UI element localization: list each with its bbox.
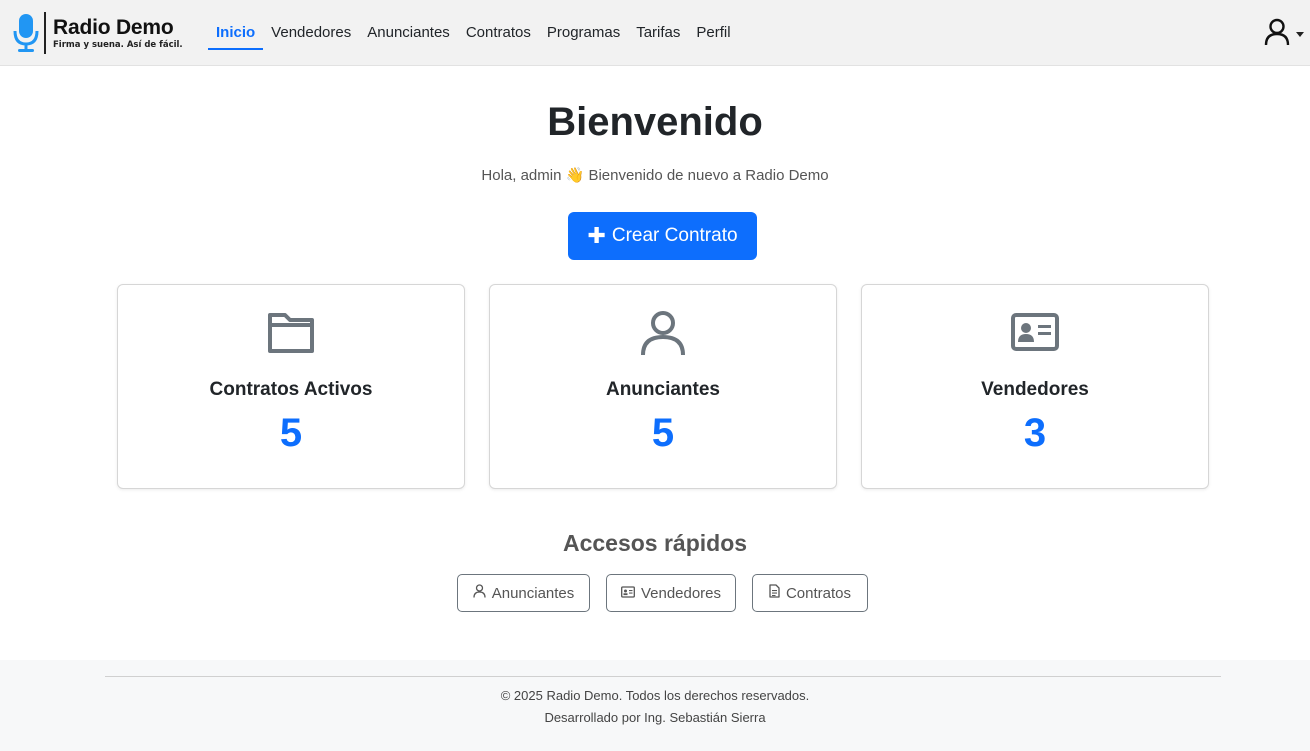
nav-item-inicio[interactable]: Inicio <box>208 16 264 50</box>
stat-card-contratos: Contratos Activos 5 <box>117 284 465 489</box>
nav-item-tarifas[interactable]: Tarifas <box>628 16 688 50</box>
microphone-icon <box>12 11 40 55</box>
quick-access-label: Vendedores <box>640 584 722 602</box>
document-icon <box>769 584 786 602</box>
stat-value: 5 <box>279 411 303 455</box>
brand-divider <box>44 12 46 54</box>
footer-divider <box>105 676 1221 677</box>
stat-label: Contratos Activos <box>209 379 373 400</box>
stat-card-vendedores: Vendedores 3 <box>861 284 1209 489</box>
top-navbar: Radio Demo Firma y suena. Así de fácil. … <box>0 0 1310 66</box>
create-contract-label: Crear Contrato <box>611 225 738 246</box>
user-menu-toggle[interactable] <box>1264 18 1310 50</box>
quick-access-title: Accesos rápidos <box>562 530 748 556</box>
footer-credit: Desarrollado por Ing. Sebastián Sierra <box>544 710 766 725</box>
id-card-icon <box>862 309 1208 355</box>
folder-icon <box>118 309 464 355</box>
quick-access-label: Contratos <box>785 584 852 602</box>
main-nav: Inicio Vendedores Anunciantes Contratos … <box>208 16 739 50</box>
plus-icon: ✚ <box>587 223 606 248</box>
person-icon <box>490 309 836 357</box>
stat-value: 5 <box>651 411 675 455</box>
create-contract-button[interactable]: ✚ Crear Contrato <box>568 212 757 260</box>
stat-value: 3 <box>1023 411 1047 455</box>
quick-access-anunciantes-button[interactable]: Anunciantes <box>457 574 590 612</box>
welcome-message: Hola, admin 👋 Bienvenido de nuevo a Radi… <box>481 167 829 184</box>
brand-name: Radio Demo <box>53 15 174 39</box>
nav-item-programas[interactable]: Programas <box>539 16 628 50</box>
quick-access-label: Anunciantes <box>491 584 575 602</box>
id-card-icon <box>621 585 641 602</box>
stat-label: Vendedores <box>981 379 1089 400</box>
quick-access-contratos-button[interactable]: Contratos <box>752 574 868 612</box>
nav-item-perfil[interactable]: Perfil <box>688 16 738 50</box>
brand-logo[interactable]: Radio Demo Firma y suena. Así de fácil. <box>12 10 183 56</box>
person-icon <box>473 584 492 602</box>
user-icon <box>1264 18 1290 51</box>
quick-access-vendedores-button[interactable]: Vendedores <box>606 574 736 612</box>
nav-item-anunciantes[interactable]: Anunciantes <box>359 16 458 50</box>
brand-tagline: Firma y suena. Así de fácil. <box>53 39 183 50</box>
nav-item-vendedores[interactable]: Vendedores <box>263 16 359 50</box>
stat-card-anunciantes: Anunciantes 5 <box>489 284 837 489</box>
page-footer: © 2025 Radio Demo. Todos los derechos re… <box>0 660 1310 751</box>
page-title: Bienvenido <box>547 100 763 144</box>
footer-copyright: © 2025 Radio Demo. Todos los derechos re… <box>500 688 810 703</box>
stat-label: Anunciantes <box>605 379 721 400</box>
nav-item-contratos[interactable]: Contratos <box>458 16 539 50</box>
chevron-down-icon <box>1296 31 1304 37</box>
